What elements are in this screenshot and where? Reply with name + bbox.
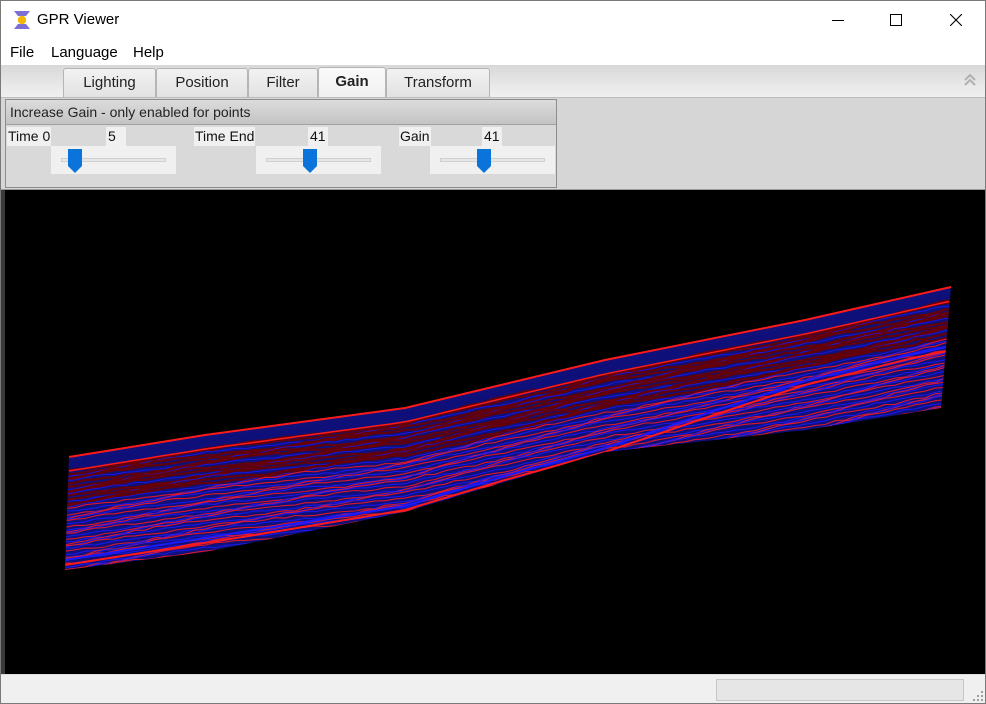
gpr-3d-viewport[interactable] (1, 190, 985, 674)
time0-value: 5 (106, 127, 126, 146)
time0-slider[interactable] (51, 146, 176, 174)
time-end-value: 41 (308, 127, 328, 146)
hourglass-sun-icon (14, 11, 30, 29)
maximize-button[interactable] (867, 1, 925, 39)
close-icon (950, 14, 962, 26)
double-chevron-up-icon[interactable] (963, 72, 977, 88)
menu-help[interactable]: Help (133, 44, 164, 61)
tab-lighting[interactable]: Lighting (63, 68, 156, 97)
window-title: GPR Viewer (37, 11, 120, 28)
time-end-slider[interactable] (256, 146, 381, 174)
title-bar[interactable]: GPR Viewer (1, 1, 985, 39)
gain-group-title: Increase Gain - only enabled for points (10, 104, 251, 120)
status-bar (1, 674, 985, 703)
status-progress-field (716, 679, 964, 701)
minimize-button[interactable] (809, 1, 867, 39)
app-window: GPR Viewer File Language Help Lighting P… (0, 0, 986, 704)
tab-strip: Lighting Position Filter Gain Transform (1, 65, 985, 98)
tab-position[interactable]: Position (156, 68, 248, 97)
resize-grip-icon[interactable] (973, 691, 983, 701)
maximize-icon (890, 14, 902, 26)
tab-filter[interactable]: Filter (248, 68, 318, 97)
slider-thumb[interactable] (303, 149, 318, 173)
gain-group-header: Increase Gain - only enabled for points (6, 100, 556, 125)
radargram-base (65, 287, 951, 570)
tab-gain[interactable]: Gain (318, 67, 386, 98)
menu-file[interactable]: File (10, 44, 34, 61)
minimize-icon (832, 20, 844, 21)
gain-slider[interactable] (430, 146, 555, 174)
gain-label: Gain (399, 127, 431, 146)
tab-transform[interactable]: Transform (386, 68, 490, 97)
slider-thumb[interactable] (67, 149, 82, 173)
close-button[interactable] (927, 1, 985, 39)
radargram-render[interactable] (5, 190, 985, 674)
slider-track[interactable] (266, 158, 371, 162)
radargram-layers (65, 287, 951, 570)
menu-language[interactable]: Language (51, 44, 118, 61)
slider-track[interactable] (440, 158, 545, 162)
time-end-label: Time End (194, 127, 256, 146)
tab-panel-gain: Increase Gain - only enabled for points … (1, 97, 985, 190)
gain-value: 41 (482, 127, 502, 146)
slider-thumb[interactable] (477, 149, 492, 173)
time0-label: Time 0 (7, 127, 52, 146)
gain-groupbox: Increase Gain - only enabled for points … (5, 99, 557, 188)
menu-bar: File Language Help (1, 39, 985, 65)
